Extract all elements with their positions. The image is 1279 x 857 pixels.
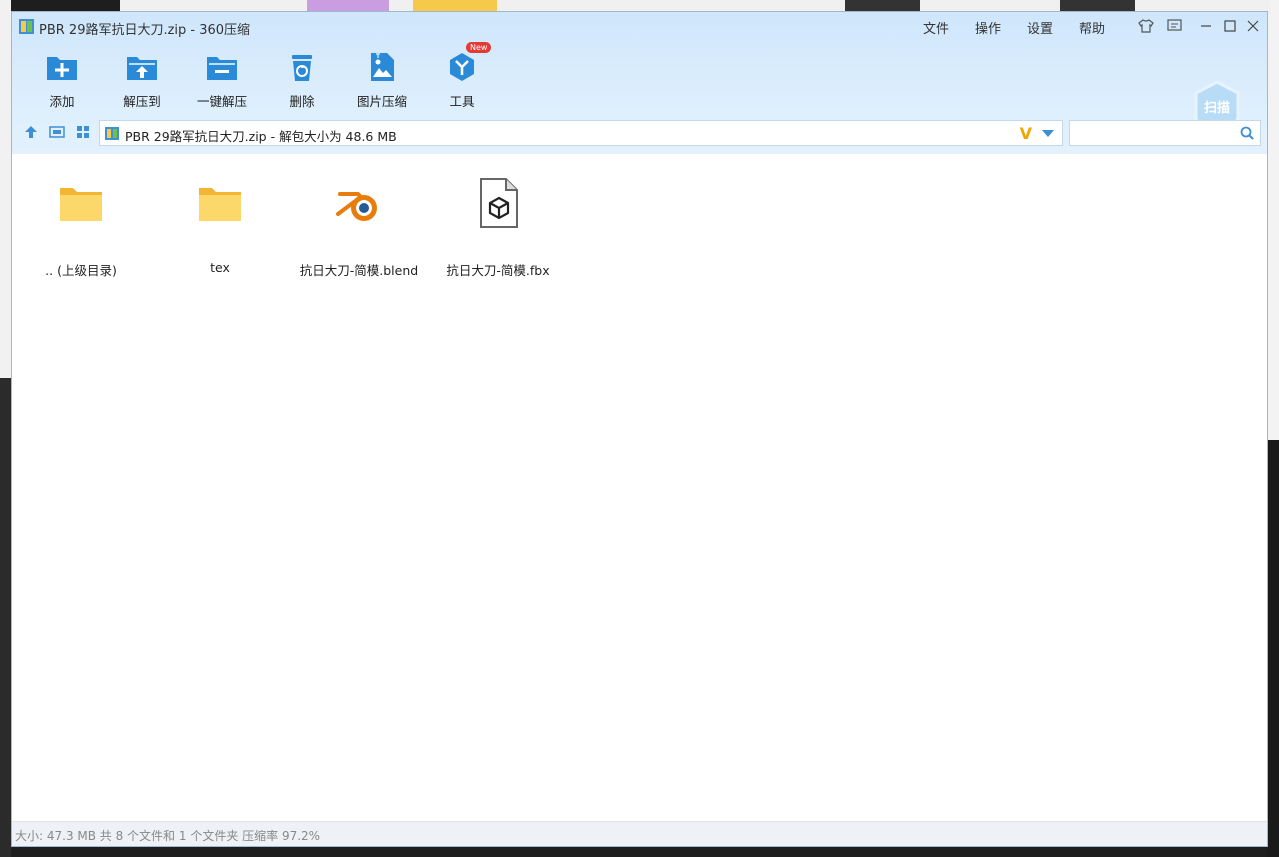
extract-to-button[interactable]: 解压到 bbox=[102, 50, 182, 110]
path-dropdown-icon[interactable] bbox=[1042, 130, 1054, 137]
tools-icon bbox=[450, 53, 474, 81]
minimize-icon bbox=[1201, 25, 1211, 27]
menu-operation[interactable]: 操作 bbox=[975, 18, 1001, 37]
shirt-icon bbox=[1138, 19, 1154, 33]
maximize-button[interactable] bbox=[1220, 16, 1240, 36]
add-button[interactable]: 添加 bbox=[22, 50, 102, 110]
close-button[interactable] bbox=[1243, 16, 1263, 36]
file-list: .. (上级目录) tex 抗日大刀-简模.blend 抗日大刀-简模.fbx bbox=[12, 154, 1267, 822]
3d-model-file-icon bbox=[480, 178, 518, 228]
v-logo-icon[interactable]: V bbox=[1020, 124, 1032, 143]
menu-help[interactable]: 帮助 bbox=[1079, 18, 1105, 37]
desktop-background-left bbox=[0, 0, 11, 857]
file-item-parent[interactable]: .. (上级目录) bbox=[16, 176, 146, 279]
extract-to-label: 解压到 bbox=[123, 94, 161, 109]
search-box[interactable] bbox=[1069, 120, 1261, 146]
extract-to-icon bbox=[127, 57, 157, 80]
skin-button[interactable] bbox=[1136, 16, 1156, 36]
file-item-fbx[interactable]: 抗日大刀-简模.fbx bbox=[433, 176, 563, 279]
one-click-extract-button[interactable]: 一键解压 bbox=[182, 50, 262, 110]
list-view-icon[interactable] bbox=[49, 124, 65, 140]
delete-label: 删除 bbox=[289, 94, 315, 109]
archive-app-icon bbox=[19, 19, 34, 34]
toolbar: 添加 解压到 一键解压 删除 图片压缩 New 工具 扫描 bbox=[12, 42, 1267, 134]
status-text: 大小: 47.3 MB 共 8 个文件和 1 个文件夹 压缩率 97.2% bbox=[15, 829, 321, 843]
folder-icon bbox=[60, 188, 102, 221]
one-click-extract-label: 一键解压 bbox=[196, 94, 247, 109]
file-name: tex bbox=[210, 260, 230, 275]
delete-button[interactable]: 删除 bbox=[262, 50, 342, 110]
image-compress-icon bbox=[371, 52, 394, 81]
menu-bar: 文件 操作 设置 帮助 bbox=[923, 18, 1131, 37]
one-click-extract-icon bbox=[207, 57, 237, 80]
title-bar[interactable]: PBR 29路军抗日大刀.zip - 360压缩 文件 操作 设置 帮助 bbox=[12, 12, 1267, 40]
menu-file[interactable]: 文件 bbox=[923, 18, 949, 37]
desktop-background-right bbox=[1267, 0, 1279, 857]
menu-settings[interactable]: 设置 bbox=[1027, 18, 1053, 37]
scan-label: 扫描 bbox=[1203, 101, 1230, 116]
tools-button[interactable]: New 工具 bbox=[422, 42, 502, 110]
close-icon bbox=[1247, 20, 1259, 32]
search-input[interactable] bbox=[1074, 124, 1238, 144]
image-compress-button[interactable]: 图片压缩 bbox=[342, 50, 422, 110]
feedback-button[interactable] bbox=[1164, 16, 1184, 36]
search-icon[interactable] bbox=[1240, 126, 1254, 140]
file-item-tex[interactable]: tex bbox=[155, 176, 285, 275]
navigation-bar: PBR 29路军抗日大刀.zip - 解包大小为 48.6 MB V bbox=[12, 118, 1267, 148]
file-item-blend[interactable]: 抗日大刀-简模.blend bbox=[294, 176, 424, 279]
maximize-icon bbox=[1224, 20, 1236, 32]
minimize-button[interactable] bbox=[1196, 16, 1216, 36]
zip-file-icon bbox=[105, 127, 119, 140]
file-name: 抗日大刀-简模.blend bbox=[299, 263, 419, 278]
image-compress-label: 图片压缩 bbox=[356, 94, 407, 109]
new-badge: New bbox=[466, 42, 492, 53]
up-arrow-icon[interactable] bbox=[23, 124, 39, 140]
status-bar: 大小: 47.3 MB 共 8 个文件和 1 个文件夹 压缩率 97.2% bbox=[12, 821, 1267, 846]
window-title: PBR 29路军抗日大刀.zip - 360压缩 bbox=[39, 23, 251, 38]
add-label: 添加 bbox=[49, 94, 75, 109]
tools-label: 工具 bbox=[449, 94, 475, 109]
archive-window: PBR 29路军抗日大刀.zip - 360压缩 文件 操作 设置 帮助 添加 … bbox=[11, 11, 1268, 847]
grid-view-icon[interactable] bbox=[75, 124, 91, 140]
blender-icon bbox=[336, 192, 377, 221]
message-icon bbox=[1166, 19, 1182, 31]
folder-icon bbox=[199, 188, 241, 221]
path-text: PBR 29路军抗日大刀.zip - 解包大小为 48.6 MB bbox=[125, 129, 397, 144]
file-name: .. (上级目录) bbox=[45, 263, 117, 278]
window-header: PBR 29路军抗日大刀.zip - 360压缩 文件 操作 设置 帮助 添加 … bbox=[12, 12, 1267, 154]
add-icon bbox=[47, 57, 77, 80]
path-bar[interactable]: PBR 29路军抗日大刀.zip - 解包大小为 48.6 MB V bbox=[99, 120, 1063, 146]
delete-icon bbox=[292, 55, 312, 81]
file-name: 抗日大刀-简模.fbx bbox=[446, 263, 550, 278]
